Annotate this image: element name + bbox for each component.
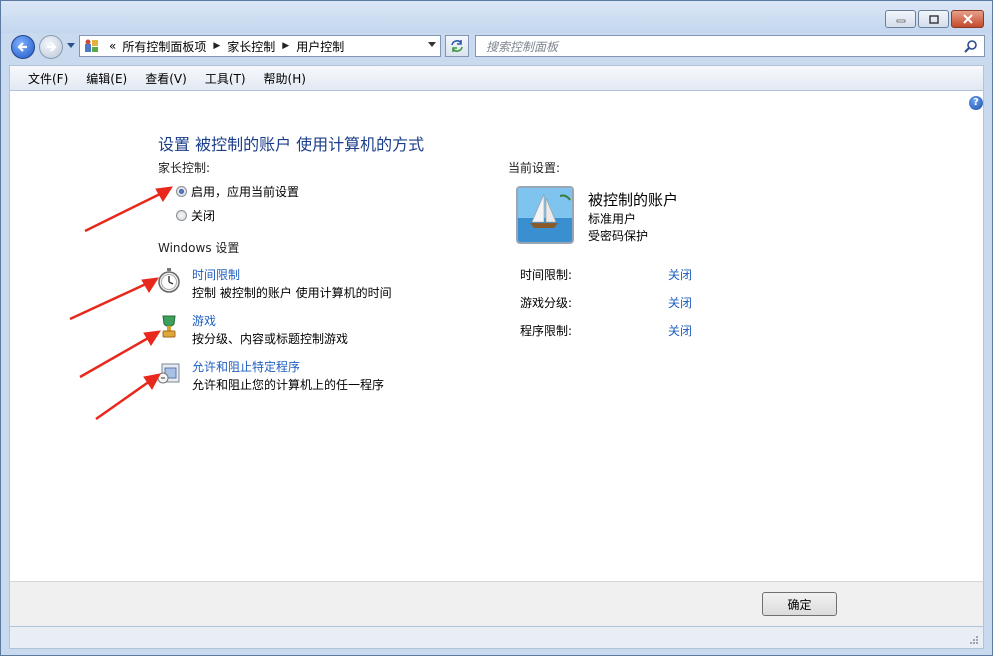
forward-arrow-icon <box>47 42 57 52</box>
program-limit-status-label: 程序限制: <box>520 324 573 338</box>
close-icon <box>962 14 973 24</box>
menu-bar: 文件(F) 编辑(E) 查看(V) 工具(T) 帮助(H) <box>9 65 984 91</box>
arrow-annotation <box>95 379 151 421</box>
search-input[interactable] <box>484 37 968 57</box>
arrow-head <box>155 186 173 202</box>
refresh-button[interactable] <box>445 35 469 57</box>
arrow-head <box>141 277 159 293</box>
annotation-arrows <box>69 186 173 421</box>
arrow-annotation <box>79 335 151 379</box>
breadcrumb-parental-controls[interactable]: 家长控制 <box>224 38 278 55</box>
maximize-icon <box>928 14 939 24</box>
account-name: 被控制的账户 <box>588 191 679 209</box>
footer-bar: 确定 <box>9 581 984 627</box>
breadcrumb-separator[interactable]: ▶ <box>278 41 293 51</box>
game-rating-status-value[interactable]: 关闭 <box>668 294 692 311</box>
status-bar <box>9 627 984 649</box>
allow-block-programs-desc: 允许和阻止您的计算机上的任一程序 <box>192 378 385 392</box>
account-protection: 受密码保护 <box>588 229 649 243</box>
game-rating-status-label: 游戏分级: <box>520 296 573 310</box>
breadcrumb: « 所有控制面板项 ▶ 家长控制 ▶ 用户控制 <box>106 38 347 55</box>
close-button[interactable] <box>951 10 984 28</box>
recent-pages-dropdown[interactable] <box>67 43 75 49</box>
menu-help[interactable]: 帮助(H) <box>256 70 314 87</box>
minimize-button[interactable] <box>885 10 916 28</box>
minimize-icon <box>896 19 905 23</box>
arrow-annotation <box>69 281 149 321</box>
breadcrumb-overflow[interactable]: « <box>106 39 119 53</box>
breadcrumb-all-items[interactable]: 所有控制面板项 <box>119 38 209 55</box>
program-limit-status-value[interactable]: 关闭 <box>668 322 692 339</box>
forward-button[interactable] <box>39 35 63 59</box>
back-arrow-icon <box>17 42 27 52</box>
control-panel-icon <box>85 39 98 52</box>
time-limit-status-value[interactable]: 关闭 <box>668 266 692 283</box>
account-picture <box>516 186 574 244</box>
address-dropdown-icon[interactable] <box>428 42 436 48</box>
current-settings-label: 当前设置: <box>508 161 561 175</box>
arrow-head <box>143 373 161 390</box>
arrow-head <box>143 330 161 346</box>
navigation-bar: « 所有控制面板项 ▶ 家长控制 ▶ 用户控制 <box>1 31 992 63</box>
help-icon[interactable]: ? <box>969 96 983 110</box>
menu-edit[interactable]: 编辑(E) <box>78 70 135 87</box>
menu-view[interactable]: 查看(V) <box>137 70 195 87</box>
arrow-annotation <box>84 191 163 233</box>
maximize-button[interactable] <box>918 10 949 28</box>
time-limits-desc: 控制 被控制的账户 使用计算机的时间 <box>192 286 392 300</box>
ok-button[interactable]: 确定 <box>762 592 837 616</box>
control-panel-window: « 所有控制面板项 ▶ 家长控制 ▶ 用户控制 文件(F) 编辑(E) 查看(V… <box>0 0 993 656</box>
title-bar <box>1 1 992 33</box>
games-desc: 按分级、内容或标题控制游戏 <box>192 332 349 346</box>
address-bar[interactable]: « 所有控制面板项 ▶ 家长控制 ▶ 用户控制 <box>79 35 441 57</box>
back-button[interactable] <box>11 35 35 59</box>
time-limit-status-label: 时间限制: <box>520 268 573 282</box>
resize-grip-icon[interactable] <box>969 635 979 645</box>
refresh-icon <box>451 40 463 52</box>
search-box <box>475 35 985 57</box>
menu-file[interactable]: 文件(F) <box>20 70 76 87</box>
account-type: 标准用户 <box>588 212 637 226</box>
menu-tools[interactable]: 工具(T) <box>197 70 254 87</box>
breadcrumb-separator[interactable]: ▶ <box>209 41 224 51</box>
main-content: ? 设置 被控制的账户 使用计算机的方式 家长控制: 启用，应用当前设置 关闭 … <box>9 91 984 581</box>
sailboat-icon <box>518 188 572 242</box>
window-controls <box>885 10 984 28</box>
breadcrumb-user-controls[interactable]: 用户控制 <box>293 38 347 55</box>
search-icon[interactable] <box>964 39 978 53</box>
